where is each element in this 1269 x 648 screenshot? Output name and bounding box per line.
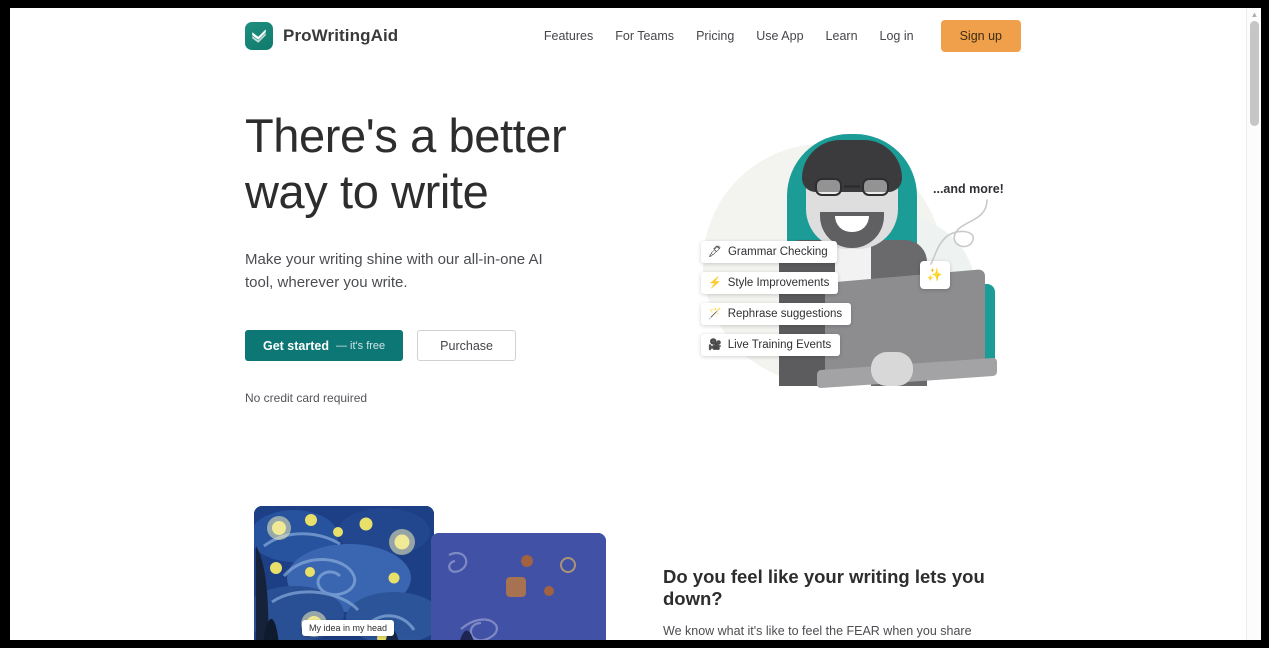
nav-link-for-teams[interactable]: For Teams [604,21,685,51]
feature-chip-label: Live Training Events [727,339,832,351]
main-navigation: Features For Teams Pricing Use App Learn… [533,20,1021,52]
site-header: ProWritingAid Features For Teams Pricing… [10,8,1246,64]
video-camera-icon: 🎥 [708,338,722,351]
section2-body: We know what it's like to feel the FEAR … [663,624,972,638]
page-content: ProWritingAid Features For Teams Pricing… [10,8,1246,640]
scrollbar-thumb[interactable] [1250,21,1259,126]
section2-title: Do you feel like your writing lets you d… [663,566,985,609]
flat-blue-image [431,533,606,640]
hero-actions: Get started — it's free Purchase [245,330,635,361]
browser-viewport: ProWritingAid Features For Teams Pricing… [10,8,1261,640]
nav-link-log-in[interactable]: Log in [869,21,925,51]
feature-chip-label: Grammar Checking [727,246,828,258]
vertical-scrollbar[interactable]: ▲ [1246,8,1261,640]
feature-chip-label: Rephrase suggestions [727,308,843,320]
feature-chip-live-training-events: 🎥 Live Training Events [701,334,841,356]
magic-wand-icon: 🪄 [708,307,722,320]
nav-link-learn[interactable]: Learn [815,21,869,51]
brand-logo[interactable]: ProWritingAid [245,22,398,50]
get-started-button[interactable]: Get started — it's free [245,330,404,361]
sign-up-button[interactable]: Sign up [940,20,1021,52]
hero-subtitle: Make your writing shine with our all-in-… [245,251,543,291]
glasses-lens-left [815,178,842,196]
pen-icon: 🖋 [708,245,722,258]
nav-link-pricing[interactable]: Pricing [685,21,745,51]
feature-chip-rephrase-suggestions: 🪄 Rephrase suggestions [701,303,852,325]
lightning-icon: ⚡ [708,276,722,289]
section2: Do you feel like your writing lets you d… [663,566,1013,640]
feature-chip-grammar-checking: 🖋 Grammar Checking [701,241,837,263]
person-hand [871,352,913,386]
nav-link-features[interactable]: Features [533,21,604,51]
hero-section: There's a better way to write Make your … [245,108,635,405]
book-check-logo-icon [245,22,273,50]
starry-caption: My idea in my head [302,620,395,636]
brand-name: ProWritingAid [283,26,399,45]
glasses-bridge [844,185,860,188]
curly-arrow-icon [930,199,988,265]
glasses-icon [815,178,889,196]
chevron-up-icon[interactable]: ▲ [1250,10,1259,19]
get-started-note: — it's free [336,339,386,352]
starry-night-image: My idea in my head [254,506,434,640]
hero-illustration: 🖋 Grammar Checking ⚡ Style Improvements … [675,116,1025,396]
purchase-button[interactable]: Purchase [417,330,516,361]
glasses-lens-right [862,178,889,196]
get-started-label: Get started [263,338,329,353]
hero-title: There's a better way to write [245,109,567,218]
nav-link-use-app[interactable]: Use App [745,21,814,51]
browser-frame: ProWritingAid Features For Teams Pricing… [0,0,1269,648]
feature-chip-label: Style Improvements [727,277,830,289]
no-credit-card-note: No credit card required [245,391,368,405]
feature-chip-style-improvements: ⚡ Style Improvements [701,272,839,294]
